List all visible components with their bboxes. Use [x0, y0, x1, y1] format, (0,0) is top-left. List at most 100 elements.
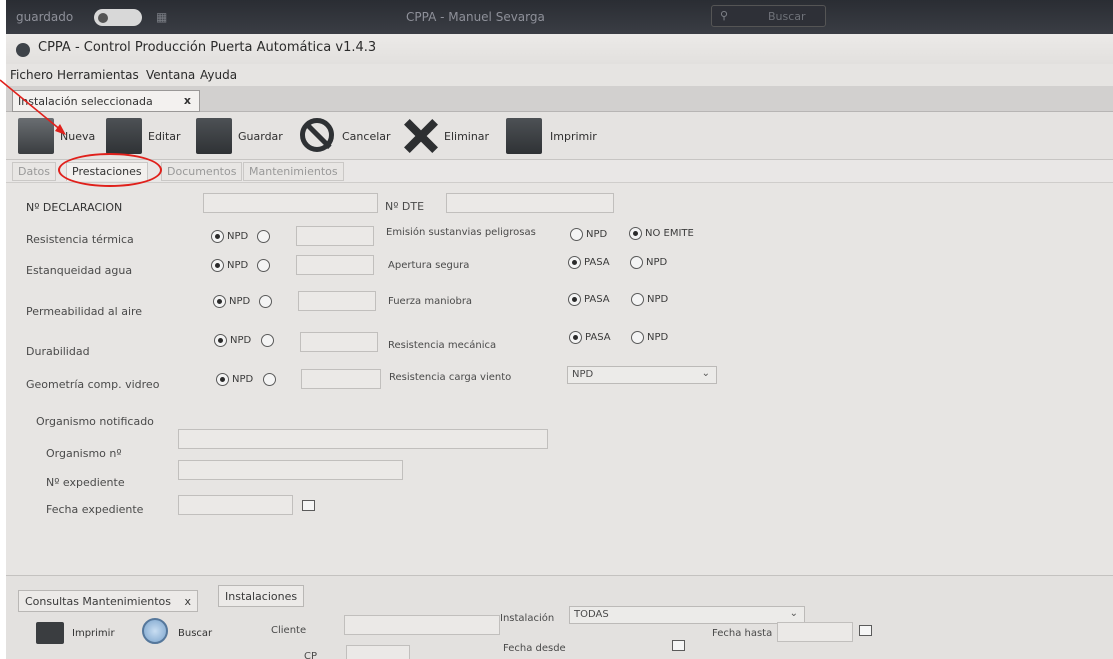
durabilidad-npd-label: NPD [230, 335, 252, 346]
fecha-hasta-input[interactable] [777, 622, 853, 642]
resistencia-mecanica-npd-radio[interactable] [631, 331, 644, 344]
prestaciones-panel [6, 182, 1113, 575]
bottom-imprimir-button[interactable]: Imprimir [36, 620, 126, 646]
menu-bar: Fichero Herramientas Ventana Ayuda [6, 64, 1113, 86]
system-search-box[interactable]: ⚲ Buscar [711, 5, 826, 27]
geometria-value-radio[interactable] [263, 373, 276, 386]
n-expediente-label: Nº expediente [46, 476, 125, 489]
apertura-segura-label: Apertura segura [388, 260, 470, 271]
editar-label: Editar [148, 130, 181, 143]
permeabilidad-aire-npd-label: NPD [229, 296, 251, 307]
tab-documentos[interactable]: Documentos [161, 162, 243, 181]
chevron-down-icon: ⌄ [789, 608, 798, 619]
cancelar-button[interactable]: Cancelar [300, 118, 400, 154]
estanqueidad-agua-input[interactable] [296, 255, 374, 275]
resistencia-termica-npd-radio[interactable] [211, 230, 224, 243]
n-expediente-input[interactable] [178, 460, 403, 480]
durabilidad-value-radio[interactable] [261, 334, 274, 347]
save-icon [196, 118, 232, 154]
cancel-icon [300, 118, 334, 152]
bottom-imprimir-label: Imprimir [72, 628, 115, 639]
guardar-button[interactable]: Guardar [196, 118, 290, 154]
print-icon [36, 622, 64, 644]
tab-datos[interactable]: Datos [12, 162, 56, 181]
fuerza-pasa-radio[interactable] [568, 293, 581, 306]
print-icon [506, 118, 542, 154]
delete-x-icon [402, 118, 438, 154]
editar-button[interactable]: Editar [106, 118, 186, 154]
fuerza-maniobra-label: Fuerza maniobra [388, 296, 473, 307]
guardar-label: Guardar [238, 130, 283, 143]
permeabilidad-aire-value-radio[interactable] [259, 295, 272, 308]
geometria-npd-radio[interactable] [216, 373, 229, 386]
fecha-desde-label: Fecha desde [503, 643, 566, 654]
cliente-label: Cliente [271, 625, 307, 636]
durabilidad-input[interactable] [300, 332, 378, 352]
close-icon[interactable]: x [184, 94, 191, 107]
carga-viento-select[interactable]: NPD ⌄ [567, 366, 717, 384]
resistencia-termica-value-radio[interactable] [257, 230, 270, 243]
eliminar-label: Eliminar [444, 130, 490, 143]
apertura-npd-label: NPD [646, 257, 668, 268]
calendar-icon[interactable] [302, 500, 315, 511]
permeabilidad-aire-input[interactable] [298, 291, 376, 311]
grid-icon[interactable]: ▦ [156, 10, 167, 24]
imprimir-label: Imprimir [550, 130, 597, 143]
system-toggle[interactable] [94, 9, 142, 26]
estanqueidad-agua-value-radio[interactable] [257, 259, 270, 272]
calendar-icon[interactable] [859, 625, 872, 636]
consultas-tab-label: Consultas Mantenimientos [25, 595, 172, 608]
emision-no-emite-radio[interactable] [629, 227, 642, 240]
instalacion-value: TODAS [574, 609, 609, 620]
carga-viento-label: Resistencia carga viento [389, 372, 512, 383]
eliminar-button[interactable]: Eliminar [402, 118, 502, 154]
cp-input[interactable] [346, 645, 410, 659]
close-icon[interactable]: x [185, 595, 192, 608]
tab-mantenimientos[interactable]: Mantenimientos [243, 162, 344, 181]
estanqueidad-agua-npd-label: NPD [227, 260, 249, 271]
n-dte-input[interactable] [446, 193, 614, 213]
durabilidad-npd-radio[interactable] [214, 334, 227, 347]
resistencia-mecanica-pasa-label: PASA [585, 332, 611, 343]
permeabilidad-aire-label: Permeabilidad al aire [26, 305, 143, 318]
resistencia-termica-label: Resistencia térmica [26, 233, 134, 246]
estanqueidad-agua-npd-radio[interactable] [211, 259, 224, 272]
carga-viento-value: NPD [572, 369, 594, 380]
tab-instalaciones[interactable]: Instalaciones [218, 585, 305, 607]
resistencia-termica-input[interactable] [296, 226, 374, 246]
cliente-input[interactable] [344, 615, 500, 635]
cancelar-label: Cancelar [342, 130, 391, 143]
imprimir-button[interactable]: Imprimir [506, 118, 606, 154]
system-center-label: CPPA - Manuel Sevarga [406, 10, 545, 24]
organismo-numero-input[interactable] [178, 429, 548, 449]
menu-ayuda[interactable]: Ayuda [200, 68, 237, 82]
instalacion-select[interactable]: TODAS ⌄ [569, 606, 805, 624]
emision-npd-label: NPD [586, 229, 608, 240]
search-icon [142, 618, 168, 644]
system-top-bar: guardado ▦ CPPA - Manuel Sevarga ⚲ Busca… [6, 0, 1113, 34]
n-dte-label: Nº DTE [385, 200, 425, 213]
n-declaracion-input[interactable] [203, 193, 378, 213]
emision-npd-radio[interactable] [570, 228, 583, 241]
geometria-input[interactable] [301, 369, 381, 389]
fecha-expediente-input[interactable] [178, 495, 293, 515]
chevron-down-icon: ⌄ [701, 368, 710, 379]
menu-ventana[interactable]: Ventana [146, 68, 195, 82]
apertura-npd-radio[interactable] [630, 256, 643, 269]
search-label: Buscar [768, 10, 806, 23]
durabilidad-label: Durabilidad [26, 345, 90, 358]
fuerza-npd-label: NPD [647, 294, 669, 305]
n-declaracion-label: Nº DECLARACION [26, 201, 123, 214]
fuerza-npd-radio[interactable] [631, 293, 644, 306]
geometria-label: Geometría comp. vidreo [26, 378, 160, 391]
permeabilidad-aire-npd-radio[interactable] [213, 295, 226, 308]
calendar-icon[interactable] [672, 640, 685, 651]
screenshot-root: guardado ▦ CPPA - Manuel Sevarga ⚲ Busca… [0, 0, 1113, 659]
apertura-pasa-radio[interactable] [568, 256, 581, 269]
bottom-buscar-label: Buscar [178, 628, 213, 639]
resistencia-mecanica-pasa-radio[interactable] [569, 331, 582, 344]
organismo-section-label: Organismo notificado [36, 415, 154, 428]
estanqueidad-agua-label: Estanqueidad agua [26, 264, 133, 277]
bottom-buscar-button[interactable]: Buscar [142, 616, 232, 646]
tab-consultas-mantenimientos[interactable]: Consultas Mantenimientos x [18, 590, 199, 612]
